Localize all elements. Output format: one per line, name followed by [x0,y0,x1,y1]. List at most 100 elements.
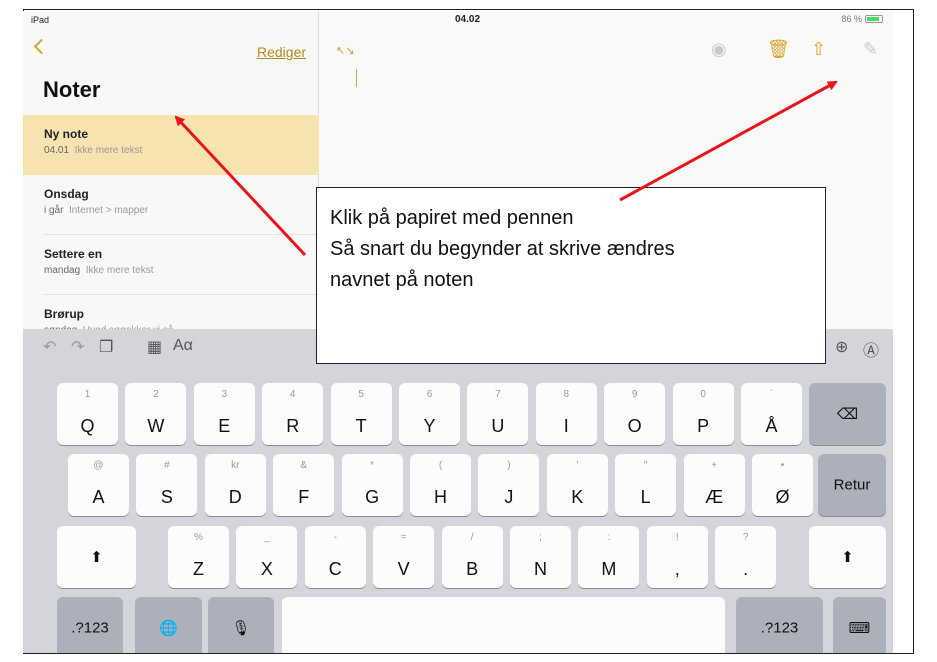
key-label: Å [765,416,778,436]
key-d[interactable]: kr D [204,454,266,516]
trash-icon[interactable]: 🗑 [767,39,790,60]
key-label: L [640,487,651,507]
key-x[interactable]: _ X [236,526,298,588]
key-n[interactable]: ; N [510,526,571,588]
key-y[interactable]: 6Y [399,383,460,445]
paste-icon[interactable]: ❐ [99,337,113,357]
key-c[interactable]: -C [304,526,366,588]
compose-icon[interactable]: ✎ [863,39,878,60]
key-hint: = [400,532,407,543]
key-æ[interactable]: + Æ [683,454,745,516]
key-hint: 7 [495,389,501,400]
key-a[interactable]: @ A [68,454,129,516]
key-g[interactable]: * G [341,454,403,516]
callout-line-2: Så snart du begynder at skrive ændres [330,238,675,260]
key-u[interactable]: 7U [467,383,529,445]
shift-key-right[interactable]: ⬆ [809,526,886,588]
key-k[interactable]: ' K [546,454,608,516]
redo-icon[interactable]: ↷ [71,337,84,357]
note-item-ny-note[interactable]: Ny note 04.01 Ikke mere tekst [23,115,319,175]
key-o[interactable]: 9O [604,383,666,445]
key-hint: 1 [84,389,91,400]
key-p[interactable]: 0P [672,383,734,445]
status-bar: iPad 04.02 86 % [23,11,893,29]
note-date: 04.01 [44,145,70,156]
key-hint: 9 [631,389,638,400]
note-preview: Ikke mere tekst [74,145,143,156]
key-r[interactable]: 4R [262,383,324,445]
expand-icon[interactable]: ↖↘ [336,44,354,58]
key-hint: : [607,532,611,543]
key-label: T [355,416,367,436]
key-t[interactable]: 5T [330,383,392,445]
key-label: M [601,559,617,579]
key-label: Q [80,416,95,436]
share-icon[interactable]: ⇧ [811,39,826,60]
key-h[interactable]: (H [410,454,471,516]
add-people-icon[interactable]: ◉ [711,39,727,60]
key-i[interactable]: 8I [535,383,597,445]
key-å[interactable]: ` Å [741,383,802,445]
add-plus-icon[interactable]: ⊕ [835,337,848,357]
key-label: H [434,487,447,507]
undo-icon[interactable]: ↶ [43,337,56,357]
table-icon[interactable]: ▦ [147,337,162,357]
globe-icon: 🌐 [159,620,178,637]
callout-line-3: navnet på noten [330,269,474,291]
return-label: Retur [833,476,871,494]
key-label: F [298,487,310,507]
key-l[interactable]: " L [615,454,677,516]
key-hint: _ [264,532,270,543]
key-w[interactable]: 2W [125,383,187,445]
key-hint: 3 [221,389,228,400]
key-v[interactable]: = V [373,526,435,588]
key-q[interactable]: 1Q [57,383,118,445]
format-button[interactable]: Aα [173,337,193,355]
markup-pen-icon[interactable]: Ⓐ [863,337,879,361]
key-ø[interactable]: • Ø [752,454,813,516]
key-hint: # [164,460,170,471]
key-label: G [365,487,380,507]
key-label: Ø [775,487,790,507]
key-label: R [286,416,300,436]
backspace-key[interactable]: ⌫ [809,383,886,445]
hide-keyboard-key[interactable]: ⌨ [833,597,886,653]
key-s[interactable]: # S [136,454,198,516]
key-b[interactable]: / B [441,526,503,588]
globe-key[interactable]: 🌐 [135,597,202,653]
key-hint: 0 [700,389,706,400]
shift-key-left[interactable]: ⬆ [57,526,136,588]
key-j[interactable]: ) J [478,454,540,516]
key-label: K [571,487,584,507]
key-hint: 6 [426,389,433,400]
key-hint: kr [231,460,240,471]
key-m[interactable]: :M [578,526,640,588]
key-label: X [260,559,273,579]
key-.[interactable]: ?. [715,526,777,588]
note-title: Settere en [44,247,103,261]
key-f[interactable]: & F [273,454,335,516]
key-label: Y [423,416,436,436]
note-item-settere-en[interactable]: Settere en mandag Ikke mere tekst [23,235,319,295]
key-z[interactable]: % Z [168,526,229,588]
note-title: Onsdag [44,187,89,201]
numbers-key-left[interactable]: .?123 [57,597,123,653]
back-chevron-icon[interactable] [33,38,50,55]
return-key[interactable]: Retur [818,454,886,516]
shift-icon: ⬆ [841,549,854,566]
note-date: mandag [44,265,81,276]
edit-button[interactable]: Rediger [257,44,306,60]
battery-icon [865,15,883,23]
key-,[interactable]: !, [646,526,708,588]
dictation-key[interactable]: 🎙 [208,597,274,653]
key-e[interactable]: 3E [193,383,255,445]
note-preview: Internet > mapper [69,205,149,216]
note-item-onsdag[interactable]: Onsdag i går Internet > mapper [23,175,319,235]
key-label: E [218,416,231,436]
key-hint: • [780,460,785,471]
space-bar[interactable] [282,597,725,653]
key-label: S [160,487,173,507]
note-preview: Ikke mere tekst [85,265,154,276]
numbers-key-right[interactable]: .?123 [736,597,823,653]
key-hint: " [643,460,648,471]
